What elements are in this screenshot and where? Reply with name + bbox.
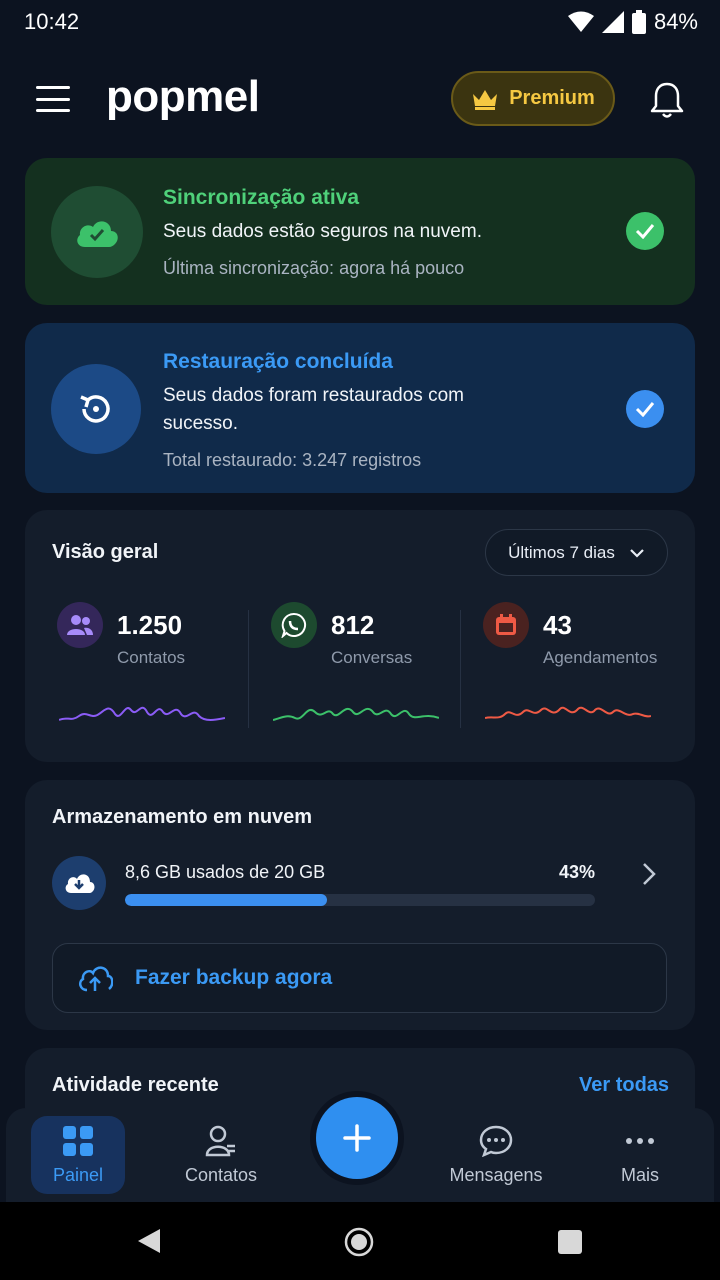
contacts-value: 1.250 [117, 610, 183, 640]
contacts-sparkline [59, 706, 225, 721]
nav-label: Mais [620, 1164, 659, 1185]
storage-percent: 43% [559, 862, 596, 882]
status-icons: 84% [567, 9, 698, 35]
storage-title: Armazenamento em nuvem [52, 806, 313, 828]
sync-title: Sincronização ativa [163, 186, 360, 209]
signal-icon [601, 11, 624, 33]
nav-label: Contatos [184, 1164, 258, 1185]
contacts-person-icon [205, 1125, 235, 1156]
dashboard-grid-icon [63, 1125, 93, 1156]
nav-item-messages[interactable]: Mensagens [449, 1116, 543, 1194]
whatsapp-icon [271, 602, 317, 648]
metric-conversations[interactable]: 812 Conversas [265, 600, 475, 740]
recents-square-icon[interactable] [557, 1229, 583, 1255]
restore-text: Seus dados foram restaurados com sucesso… [163, 385, 464, 434]
chevron-down-icon [630, 548, 644, 558]
conversations-sparkline [273, 707, 439, 721]
restore-title: Restauração concluída [163, 350, 393, 373]
contacts-group-icon [57, 602, 103, 648]
restore-total: Total restaurado: 3.247 registros [163, 450, 422, 470]
see-all-link[interactable]: Ver todas [579, 1074, 669, 1097]
cloud-download-icon [52, 856, 106, 910]
overview-title: Visão geral [52, 541, 159, 563]
metric-appointments[interactable]: 43 Agendamentos [477, 600, 687, 740]
period-label: Últimos 7 dias [508, 542, 615, 562]
premium-button[interactable]: Premium [451, 71, 615, 126]
plus-icon [343, 1124, 371, 1152]
wifi-icon [567, 11, 594, 32]
nav-item-contacts[interactable]: Contatos [174, 1116, 268, 1194]
storage-progress-bar [125, 894, 595, 906]
system-navigation-bar [0, 1202, 720, 1280]
chevron-right-icon[interactable] [637, 860, 661, 888]
restore-check-icon [626, 390, 664, 428]
menu-button[interactable] [36, 86, 70, 112]
chat-bubble-icon [479, 1125, 513, 1157]
nav-label: Mensagens [449, 1164, 543, 1185]
nav-label: Painel [52, 1164, 104, 1185]
conversations-value: 812 [331, 610, 375, 640]
metric-contacts[interactable]: 1.250 Contatos [51, 600, 261, 740]
restore-history-icon [51, 364, 141, 454]
app-logo: popmel [106, 72, 260, 121]
back-triangle-icon[interactable] [136, 1227, 162, 1255]
sync-check-icon [626, 212, 664, 250]
status-bar: 10:42 84% [0, 0, 720, 44]
battery-percent: 84% [653, 9, 698, 34]
appointments-label: Agendamentos [543, 648, 658, 667]
nav-item-more[interactable]: Mais [593, 1116, 687, 1194]
crown-icon [473, 89, 498, 110]
battery-icon [631, 10, 646, 34]
notifications-bell-icon[interactable] [648, 80, 686, 120]
activity-title: Atividade recente [52, 1074, 219, 1096]
sync-last-time: Última sincronização: agora há pouco [163, 258, 465, 278]
sync-status-card[interactable]: Sincronização ativa Seus dados estão seg… [25, 158, 695, 305]
storage-progress-fill [125, 894, 328, 906]
sync-text: Seus dados estão seguros na nuvem. [163, 221, 482, 242]
add-button[interactable] [316, 1097, 398, 1179]
appointments-sparkline [485, 706, 651, 719]
backup-now-label: Fazer backup agora [135, 966, 333, 989]
restore-status-card[interactable]: Restauração concluída Seus dados foram r… [25, 323, 695, 493]
contacts-label: Contatos [117, 648, 186, 667]
metric-divider [460, 610, 461, 728]
calendar-icon [483, 602, 529, 648]
more-dots-icon [626, 1137, 654, 1144]
nav-item-dashboard[interactable]: Painel [31, 1116, 125, 1194]
conversations-label: Conversas [331, 648, 413, 667]
backup-now-button[interactable]: Fazer backup agora [52, 943, 667, 1013]
storage-usage-text: 8,6 GB usados de 20 GB [125, 862, 326, 882]
appointments-value: 43 [543, 610, 572, 640]
metric-divider [248, 610, 249, 728]
app-bar: popmel Premium [0, 60, 720, 140]
cloud-upload-icon [78, 966, 113, 992]
cloud-storage-card: Armazenamento em nuvem 8,6 GB usados de … [25, 780, 695, 1030]
cloud-check-icon [51, 186, 143, 278]
premium-label: Premium [509, 87, 595, 109]
period-select[interactable]: Últimos 7 dias [485, 529, 668, 576]
home-circle-icon[interactable] [344, 1227, 374, 1257]
overview-card: Visão geral Últimos 7 dias 1.250 Contato… [25, 510, 695, 762]
status-time: 10:42 [24, 9, 80, 34]
